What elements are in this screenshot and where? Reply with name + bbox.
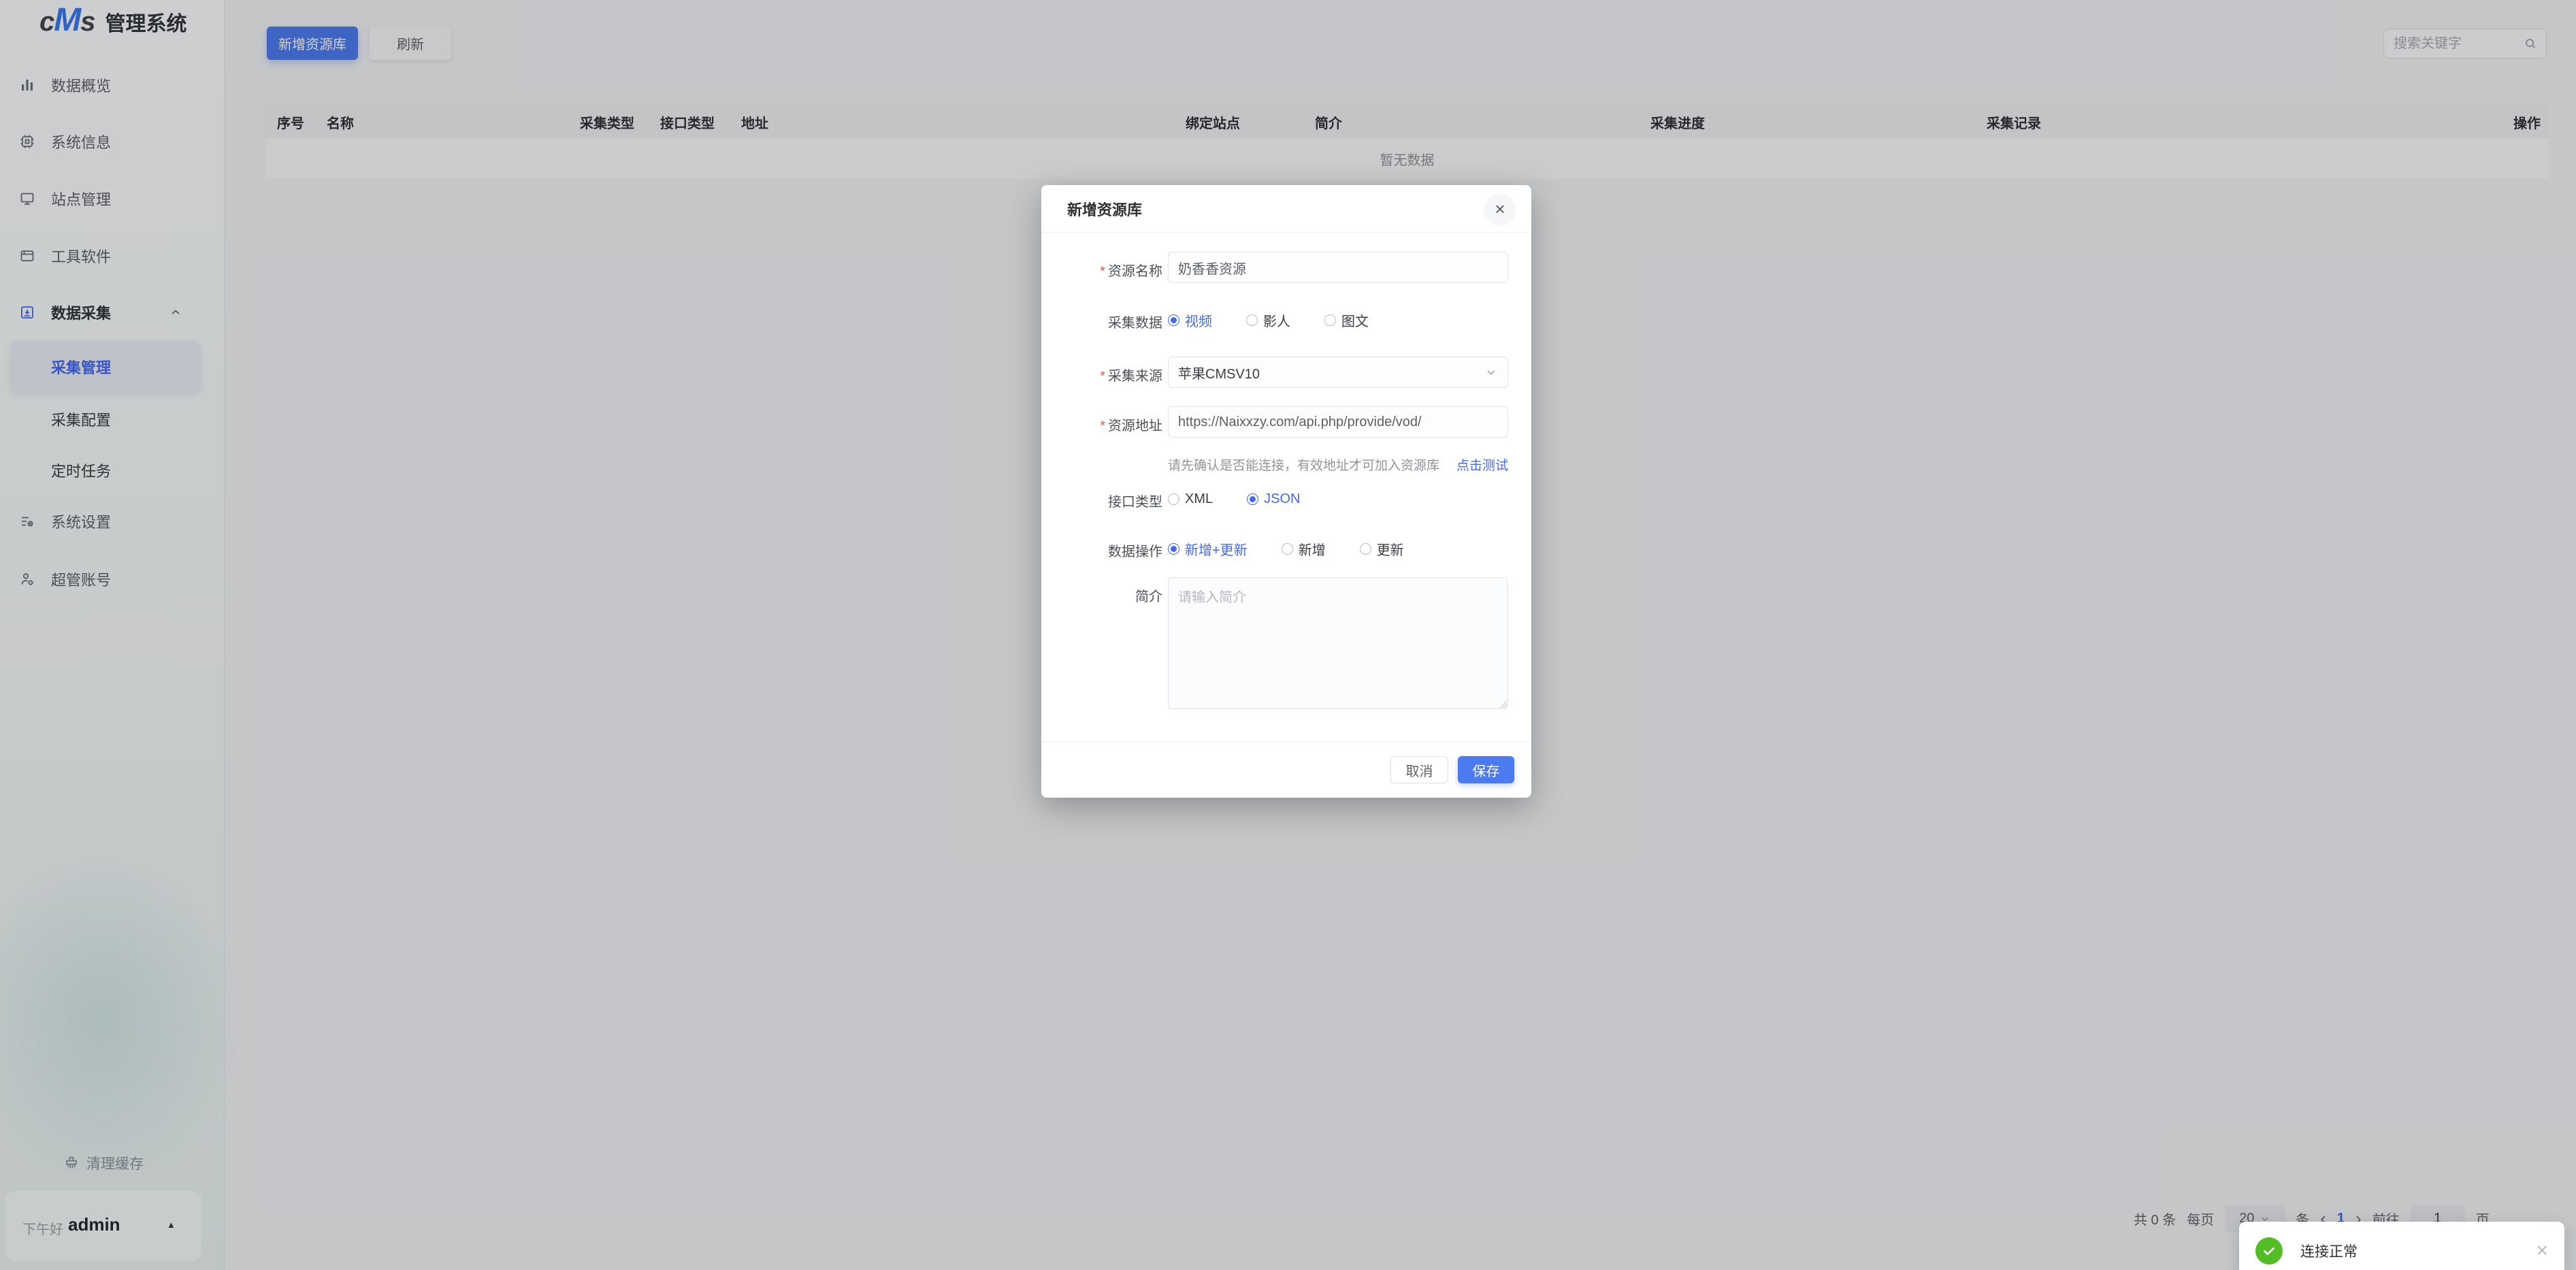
collect-source-label: *采集来源 [1041, 365, 1162, 385]
required-mark: * [1100, 419, 1105, 434]
data-op-label: 数据操作 [1041, 540, 1162, 560]
collect-data-radio-group: 视频 影人 图文 [1168, 312, 1369, 328]
radio-xml[interactable]: XML [1168, 491, 1213, 507]
toast-close-icon[interactable]: × [2536, 1241, 2548, 1261]
radio-add-update[interactable]: 新增+更新 [1168, 539, 1248, 559]
radio-dot [1168, 314, 1179, 326]
radio-actor[interactable]: 影人 [1246, 310, 1290, 330]
api-type-label: 接口类型 [1041, 491, 1162, 510]
intro-textarea[interactable] [1168, 577, 1508, 709]
required-mark: * [1100, 369, 1105, 384]
radio-update[interactable]: 更新 [1360, 539, 1404, 559]
add-resource-modal: 新增资源库 × *资源名称 采集数据 视频 影人 图文 *采集来源 苹果CMSV… [1041, 185, 1531, 798]
modal-footer: 取消 保存 [1041, 741, 1531, 798]
modal-header: 新增资源库 × [1041, 185, 1531, 233]
intro-label: 简介 [1041, 585, 1162, 605]
radio-json[interactable]: JSON [1247, 491, 1300, 507]
radio-article[interactable]: 图文 [1324, 310, 1369, 330]
save-button[interactable]: 保存 [1458, 756, 1514, 783]
url-hint-row: 请先确认是否能连接，有效地址才可加入资源库 点击测试 [1168, 455, 1508, 474]
radio-dot [1168, 493, 1179, 505]
toast-message: 连接正常 [2300, 1241, 2358, 1261]
resource-url-input[interactable] [1168, 406, 1508, 438]
radio-dot [1360, 543, 1371, 555]
success-check-icon [2255, 1237, 2283, 1265]
test-connection-link[interactable]: 点击测试 [1456, 455, 1508, 474]
url-hint-text: 请先确认是否能连接，有效地址才可加入资源库 [1168, 455, 1439, 474]
radio-video[interactable]: 视频 [1168, 310, 1212, 330]
chevron-down-icon [1484, 365, 1498, 379]
resource-url-label: *资源地址 [1041, 414, 1162, 434]
cancel-button[interactable]: 取消 [1390, 756, 1448, 783]
radio-dot [1282, 543, 1293, 555]
select-value: 苹果CMSV10 [1178, 363, 1484, 382]
radio-dot [1324, 314, 1336, 326]
close-icon[interactable]: × [1485, 194, 1515, 224]
modal-title: 新增资源库 [1067, 185, 1142, 233]
required-mark: * [1100, 264, 1105, 279]
radio-dot [1247, 493, 1258, 505]
radio-dot [1246, 314, 1258, 326]
resource-name-label: *资源名称 [1041, 260, 1162, 280]
collect-data-label: 采集数据 [1041, 312, 1162, 331]
radio-dot [1168, 543, 1179, 555]
data-op-radio-group: 新增+更新 新增 更新 [1168, 540, 1404, 557]
radio-add[interactable]: 新增 [1282, 539, 1326, 559]
resource-name-input[interactable] [1168, 252, 1508, 283]
toast-notification: 连接正常 × [2239, 1222, 2564, 1270]
api-type-radio-group: XML JSON [1168, 491, 1300, 507]
collect-source-select[interactable]: 苹果CMSV10 [1168, 357, 1508, 388]
